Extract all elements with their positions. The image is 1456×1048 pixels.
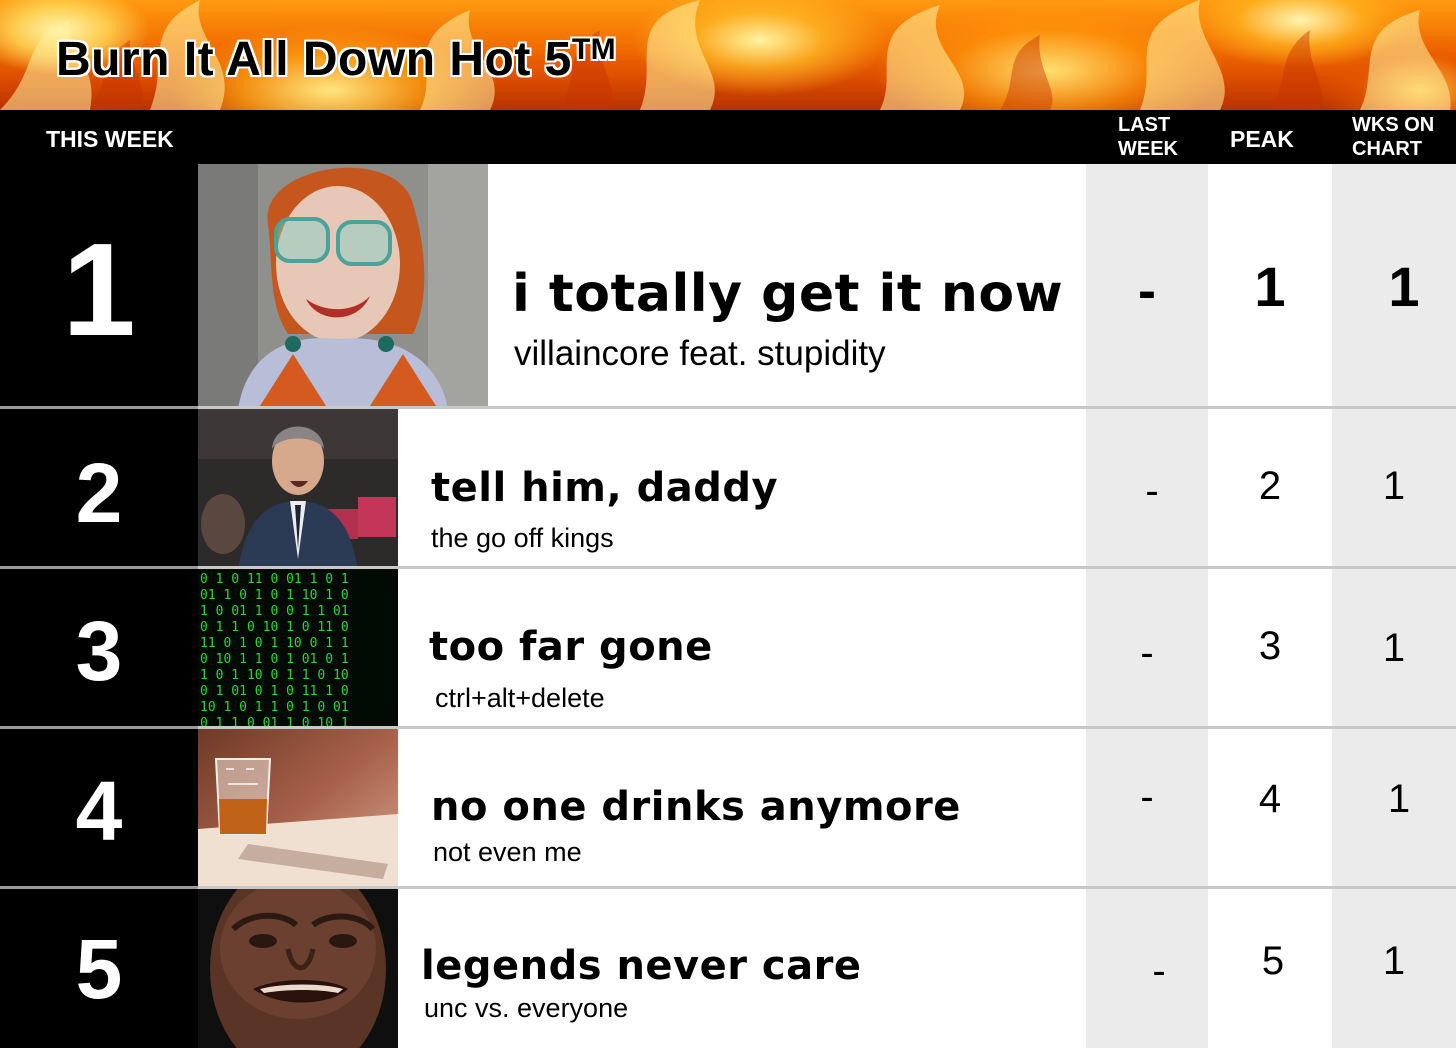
chart-row: 1 i totally get it now villaincore feat.… — [0, 164, 1456, 409]
rank-number: 3 — [75, 604, 123, 698]
peak-value: 4 — [1258, 777, 1282, 821]
song-title: no one drinks anymore — [431, 784, 961, 830]
speaker-podium-photo — [198, 409, 398, 569]
man-portrait-photo — [198, 889, 398, 1048]
svg-text:1 0 01 1 0 0 1 1 01: 1 0 01 1 0 0 1 1 01 — [200, 604, 349, 619]
svg-text:0 1 01 0 1 0 11 1 0: 0 1 01 0 1 0 11 1 0 — [200, 684, 349, 699]
header-last-week-line2: WEEK — [1118, 138, 1178, 160]
last-week-value: - — [1152, 949, 1166, 993]
chart-row: 4 no one drinks anymore not even me - 4 … — [0, 729, 1456, 889]
svg-text:0 1 0 11 0 01 1 0 1: 0 1 0 11 0 01 1 0 1 — [200, 572, 349, 587]
weeks-on-chart-value: 1 — [1382, 464, 1406, 508]
thumbnail-woman-glasses — [198, 164, 488, 409]
rank-number: 4 — [75, 764, 123, 858]
rank-number: 2 — [75, 446, 123, 540]
peak-value: 2 — [1258, 464, 1282, 508]
svg-text:1 0 1 10 0 1 1 0 10: 1 0 1 10 0 1 1 0 10 — [200, 668, 349, 683]
song-title: tell him, daddy — [431, 465, 779, 511]
song-title: too far gone — [429, 624, 713, 670]
peak-value: 5 — [1261, 939, 1285, 983]
artist-name: the go off kings — [431, 523, 614, 553]
peak-value: 1 — [1254, 255, 1286, 318]
last-week-value: - — [1140, 631, 1154, 675]
weeks-on-chart-value: 1 — [1382, 626, 1406, 670]
binary-code-photo: 0 1 0 11 0 01 1 0 1 01 1 0 1 0 1 10 1 0 … — [198, 569, 398, 729]
rank-number: 1 — [62, 216, 136, 363]
svg-text:0 1 1 0 10 1 0 11 0: 0 1 1 0 10 1 0 11 0 — [200, 620, 349, 635]
woman-glasses-photo — [198, 164, 488, 409]
rank-number: 5 — [75, 922, 123, 1016]
header-weeks-on-chart: WKS ON CHART — [1352, 113, 1434, 167]
flame-banner: Burn It All Down Hot 5TM — [0, 0, 1456, 110]
artist-name: ctrl+alt+delete — [435, 683, 605, 713]
weeks-on-chart-value: 1 — [1382, 939, 1406, 983]
chart-row: 5 legends never care unc vs. everyone - … — [0, 889, 1456, 1048]
header-last-week-line1: LAST — [1118, 114, 1171, 136]
last-week-value: - — [1140, 775, 1154, 819]
peak-value: 3 — [1258, 624, 1282, 668]
song-title: i totally get it now — [512, 264, 1064, 324]
artist-name: not even me — [433, 837, 582, 867]
svg-text:0 10 1 1 0 1 01 0 1: 0 10 1 1 0 1 01 0 1 — [200, 652, 349, 667]
svg-text:01 1 0 1 0 1 10 1 0: 01 1 0 1 0 1 10 1 0 — [200, 588, 349, 603]
whiskey-glass-photo — [198, 729, 398, 889]
header-wks-line2: CHART — [1352, 138, 1422, 160]
weeks-on-chart-value: 1 — [1387, 777, 1411, 821]
header-wks-line1: WKS ON — [1352, 114, 1435, 136]
thumbnail-man-portrait — [198, 889, 398, 1048]
thumbnail-whiskey — [198, 729, 398, 889]
artist-name: villaincore feat. stupidity — [514, 334, 886, 373]
song-title: legends never care — [421, 943, 862, 989]
last-week-value: - — [1138, 261, 1156, 321]
chart-row: 3 0 1 0 11 0 01 1 0 1 01 1 0 1 0 1 10 1 … — [0, 569, 1456, 729]
chart-row: 2 tell him, daddy the go off kings - 2 1 — [0, 409, 1456, 569]
last-week-value: - — [1145, 469, 1159, 513]
artist-name: unc vs. everyone — [424, 993, 629, 1023]
thumbnail-speaker — [198, 409, 398, 569]
thumbnail-binary: 0 1 0 11 0 01 1 0 1 01 1 0 1 0 1 10 1 0 … — [198, 569, 398, 729]
svg-text:10 1 0 1 1 0 1 0 01: 10 1 0 1 1 0 1 0 01 — [200, 700, 349, 715]
svg-text:11 0 1 0 1 10 0 1 1: 11 0 1 0 1 10 0 1 1 — [200, 636, 349, 651]
trademark-mark: TM — [571, 33, 617, 66]
header-last-week: LAST WEEK — [1118, 113, 1178, 167]
weeks-on-chart-value: 1 — [1388, 255, 1420, 318]
chart-title: Burn It All Down Hot 5TM — [56, 33, 617, 86]
